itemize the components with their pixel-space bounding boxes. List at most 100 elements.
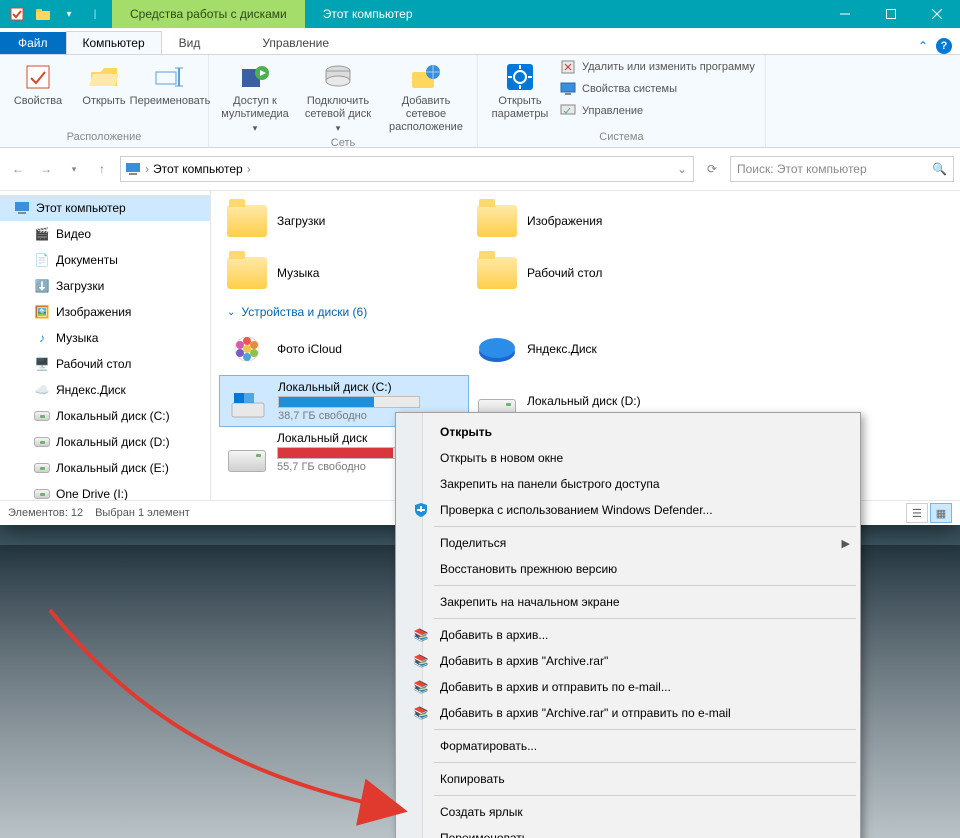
ribbon-properties-button[interactable]: Свойства — [6, 57, 70, 108]
nav-this-pc[interactable]: Этот компьютер — [0, 195, 210, 221]
qat-dropdown-icon[interactable]: ▾ — [58, 3, 80, 25]
ctx-rename[interactable]: Переименовать — [406, 825, 858, 838]
ribbon-open-button[interactable]: Открыть — [72, 57, 136, 108]
close-button[interactable] — [914, 0, 960, 28]
nav-documents[interactable]: 📄Документы — [0, 247, 210, 273]
tab-manage[interactable]: Управление — [245, 31, 346, 54]
tab-computer[interactable]: Компьютер — [66, 31, 162, 54]
help-icon[interactable]: ? — [936, 38, 952, 54]
ribbon-collapse-icon[interactable]: ⌃ — [918, 39, 928, 53]
folder-icon — [227, 253, 267, 293]
quick-access-toolbar: ▾ | — [0, 0, 112, 28]
nav-downloads[interactable]: ⬇️Загрузки — [0, 273, 210, 299]
document-icon: 📄 — [34, 252, 50, 268]
nav-onedrive[interactable]: One Drive (I:) — [0, 481, 210, 500]
winrar-icon: 📚 — [412, 678, 430, 696]
folder-icon — [477, 253, 517, 293]
item-icloud-photos[interactable]: Фото iCloud — [219, 323, 469, 375]
ctx-pin-start[interactable]: Закрепить на начальном экране — [406, 589, 858, 615]
chevron-right-icon[interactable]: › — [143, 162, 151, 176]
titlebar[interactable]: ▾ | Средства работы с дисками Этот компь… — [0, 0, 960, 28]
ribbon-media-access-button[interactable]: Доступ к мультимедиа▾ — [215, 57, 295, 135]
ctx-defender-scan[interactable]: Проверка с использованием Windows Defend… — [406, 497, 858, 523]
ctx-pin-quick-access[interactable]: Закрепить на панели быстрого доступа — [406, 471, 858, 497]
desktop-background: ▾ | Средства работы с дисками Этот компь… — [0, 0, 960, 838]
nav-up-button[interactable]: ↑ — [90, 157, 114, 181]
search-input[interactable]: Поиск: Этот компьютер 🔍 — [730, 156, 954, 182]
ctx-create-shortcut[interactable]: Создать ярлык — [406, 799, 858, 825]
ribbon-uninstall-link[interactable]: Удалить или изменить программу — [556, 57, 759, 77]
download-icon: ⬇️ — [34, 278, 50, 294]
nav-yandex[interactable]: ☁️Яндекс.Диск — [0, 377, 210, 403]
ctx-archive-email[interactable]: 📚Добавить в архив и отправить по e-mail.… — [406, 674, 858, 700]
chevron-down-icon: ⌄ — [227, 307, 235, 318]
qat-properties-icon[interactable] — [6, 3, 28, 25]
nav-drive-c[interactable]: Локальный диск (C:) — [0, 403, 210, 429]
refresh-button[interactable]: ⟳ — [700, 157, 724, 181]
qat-separator: | — [84, 3, 106, 25]
navigation-pane[interactable]: Этот компьютер 🎬Видео 📄Документы ⬇️Загру… — [0, 191, 211, 500]
nav-music[interactable]: ♪Музыка — [0, 325, 210, 351]
view-large-icons-button[interactable]: ▦ — [930, 503, 952, 523]
nav-drive-e[interactable]: Локальный диск (E:) — [0, 455, 210, 481]
ribbon-group-system: Система — [599, 129, 643, 147]
nav-drive-d[interactable]: Локальный диск (D:) — [0, 429, 210, 455]
folder-icon — [477, 201, 517, 241]
address-bar[interactable]: › Этот компьютер › ⌄ — [120, 156, 694, 182]
ctx-restore-version[interactable]: Восстановить прежнюю версию — [406, 556, 858, 582]
folder-downloads[interactable]: Загрузки — [219, 195, 469, 247]
context-menu: Открыть Открыть в новом окне Закрепить н… — [395, 412, 861, 838]
ribbon-manage-link[interactable]: Управление — [556, 101, 759, 121]
ctx-open[interactable]: Открыть — [406, 419, 858, 445]
properties-icon — [22, 61, 54, 93]
view-details-button[interactable]: ☰ — [906, 503, 928, 523]
drive-icon — [34, 434, 50, 450]
ribbon-open-settings-button[interactable]: Открыть параметры — [484, 57, 556, 121]
minimize-button[interactable] — [822, 0, 868, 28]
ctx-add-to-archive[interactable]: 📚Добавить в архив... — [406, 622, 858, 648]
ctx-open-new-window[interactable]: Открыть в новом окне — [406, 445, 858, 471]
chevron-right-icon: ▶ — [842, 537, 850, 550]
status-selection: Выбран 1 элемент — [95, 507, 190, 519]
folder-music[interactable]: Музыка — [219, 247, 469, 299]
search-icon: 🔍 — [932, 162, 947, 176]
tab-view[interactable]: Вид — [162, 31, 218, 54]
group-header-devices[interactable]: ⌄ Устройства и диски (6) — [219, 299, 960, 323]
ribbon-sysprops-link[interactable]: Свойства системы — [556, 79, 759, 99]
ctx-format[interactable]: Форматировать... — [406, 733, 858, 759]
winrar-icon: 📚 — [412, 704, 430, 722]
this-pc-icon — [14, 200, 30, 216]
ribbon-add-netloc-button[interactable]: Добавить сетевое расположение — [381, 57, 471, 135]
qat-new-folder-icon[interactable] — [32, 3, 54, 25]
tab-file[interactable]: Файл — [0, 32, 66, 54]
winrar-icon: 📚 — [412, 652, 430, 670]
drive-icon — [227, 432, 267, 472]
maximize-button[interactable] — [868, 0, 914, 28]
video-icon: 🎬 — [34, 226, 50, 242]
breadcrumb-this-pc[interactable]: Этот компьютер — [153, 162, 243, 176]
item-yandex-disk[interactable]: Яндекс.Диск — [469, 323, 719, 375]
nav-forward-button[interactable]: → — [34, 157, 58, 181]
nav-back-button[interactable]: ← — [6, 157, 30, 181]
chevron-down-icon[interactable]: ⌄ — [675, 162, 689, 176]
ctx-copy[interactable]: Копировать — [406, 766, 858, 792]
photos-icon — [227, 329, 267, 369]
ctx-add-to-archive-rar[interactable]: 📚Добавить в архив "Archive.rar" — [406, 648, 858, 674]
media-icon — [239, 61, 271, 93]
window-title: Этот компьютер — [305, 0, 431, 28]
shield-icon — [412, 501, 430, 519]
gear-icon — [504, 61, 536, 93]
ribbon-rename-button[interactable]: Переименовать — [138, 57, 202, 108]
folder-desktop[interactable]: Рабочий стол — [469, 247, 719, 299]
nav-videos[interactable]: 🎬Видео — [0, 221, 210, 247]
globe-folder-icon — [410, 61, 442, 93]
ctx-share[interactable]: Поделиться▶ — [406, 530, 858, 556]
music-icon: ♪ — [34, 330, 50, 346]
nav-desktop[interactable]: 🖥️Рабочий стол — [0, 351, 210, 377]
ribbon-map-drive-button[interactable]: Подключить сетевой диск▾ — [297, 57, 379, 135]
nav-pictures[interactable]: 🖼️Изображения — [0, 299, 210, 325]
folder-pictures[interactable]: Изображения — [469, 195, 719, 247]
chevron-right-icon[interactable]: › — [245, 162, 253, 176]
ctx-archive-rar-email[interactable]: 📚Добавить в архив "Archive.rar" и отправ… — [406, 700, 858, 726]
nav-history-dropdown[interactable]: ▾ — [62, 157, 86, 181]
